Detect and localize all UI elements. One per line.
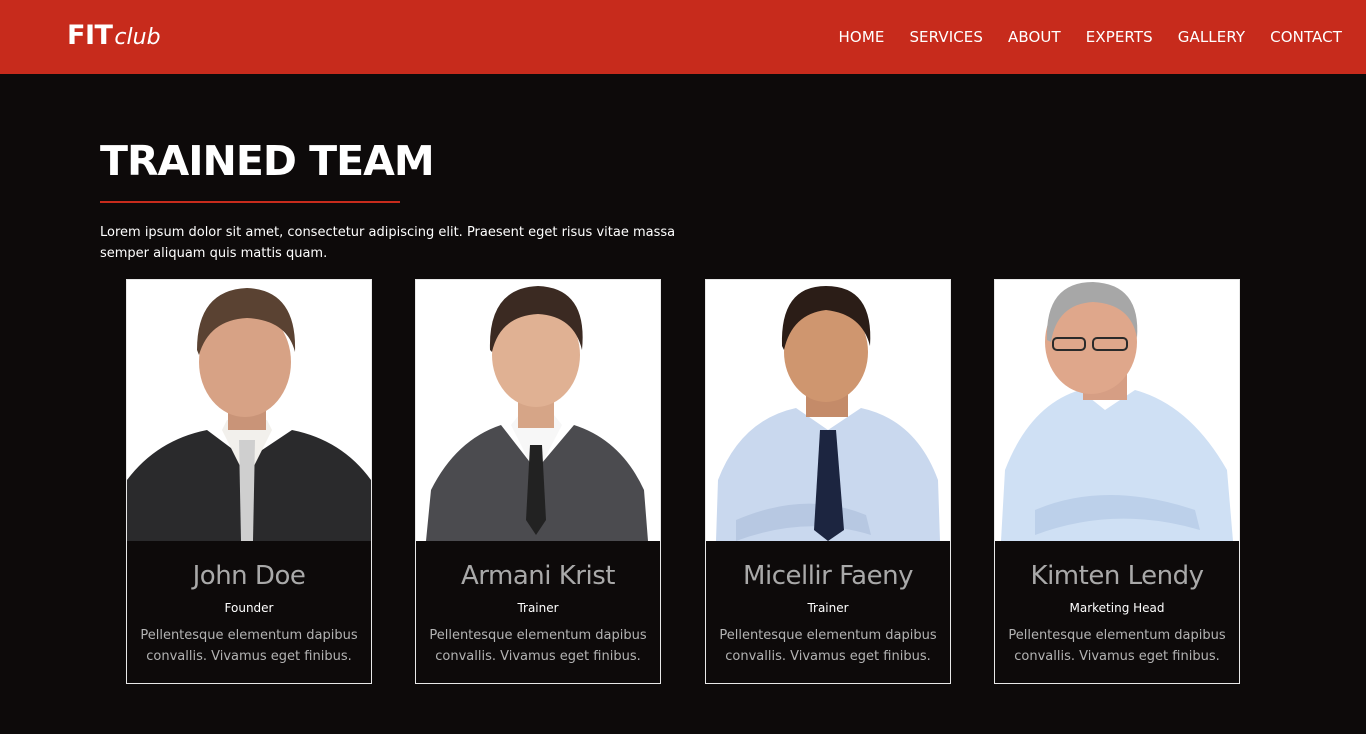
- top-navbar: FITclub HOME SERVICES ABOUT EXPERTS GALL…: [0, 0, 1366, 74]
- nav-about[interactable]: ABOUT: [1008, 28, 1061, 46]
- nav-home[interactable]: HOME: [839, 28, 885, 46]
- nav-experts[interactable]: EXPERTS: [1086, 28, 1153, 46]
- team-photo: [995, 280, 1239, 541]
- brand-light: club: [114, 25, 161, 50]
- brand-logo[interactable]: FITclub: [67, 20, 161, 51]
- main-nav: HOME SERVICES ABOUT EXPERTS GALLERY CONT…: [814, 28, 1342, 46]
- member-description: Pellentesque elementum dapibus convallis…: [429, 628, 647, 664]
- team-photo: [416, 280, 660, 541]
- member-name: Kimten Lendy: [1030, 561, 1204, 591]
- section-title: TRAINED TEAM: [100, 137, 435, 185]
- portrait-armani-krist: [416, 280, 660, 541]
- member-role: Trainer: [807, 601, 849, 615]
- member-description: Pellentesque elementum dapibus convallis…: [1008, 628, 1226, 664]
- team-card: Micellir Faeny Trainer Pellentesque elem…: [705, 279, 951, 684]
- member-role: Trainer: [517, 601, 559, 615]
- member-description: Pellentesque elementum dapibus convallis…: [140, 628, 358, 664]
- member-name: John Doe: [192, 561, 306, 591]
- member-role: Founder: [224, 601, 274, 615]
- portrait-john-doe: [127, 280, 371, 541]
- nav-gallery[interactable]: GALLERY: [1178, 28, 1245, 46]
- team-card: Armani Krist Trainer Pellentesque elemen…: [415, 279, 661, 684]
- portrait-micellir-faeny: [706, 280, 950, 541]
- member-name: Armani Krist: [461, 561, 615, 591]
- brand-strong: FIT: [67, 20, 113, 51]
- nav-services[interactable]: SERVICES: [909, 28, 983, 46]
- team-card: Kimten Lendy Marketing Head Pellentesque…: [994, 279, 1240, 684]
- team-photo: [706, 280, 950, 541]
- member-description: Pellentesque elementum dapibus convallis…: [719, 628, 937, 664]
- nav-contact[interactable]: CONTACT: [1270, 28, 1342, 46]
- title-underline: [100, 201, 400, 203]
- member-role: Marketing Head: [1069, 601, 1165, 615]
- portrait-kimten-lendy: [995, 280, 1239, 541]
- member-name: Micellir Faeny: [743, 561, 913, 591]
- team-photo: [127, 280, 371, 541]
- team-card: John Doe Founder Pellentesque elementum …: [126, 279, 372, 684]
- section-intro: Lorem ipsum dolor sit amet, consectetur …: [100, 225, 676, 261]
